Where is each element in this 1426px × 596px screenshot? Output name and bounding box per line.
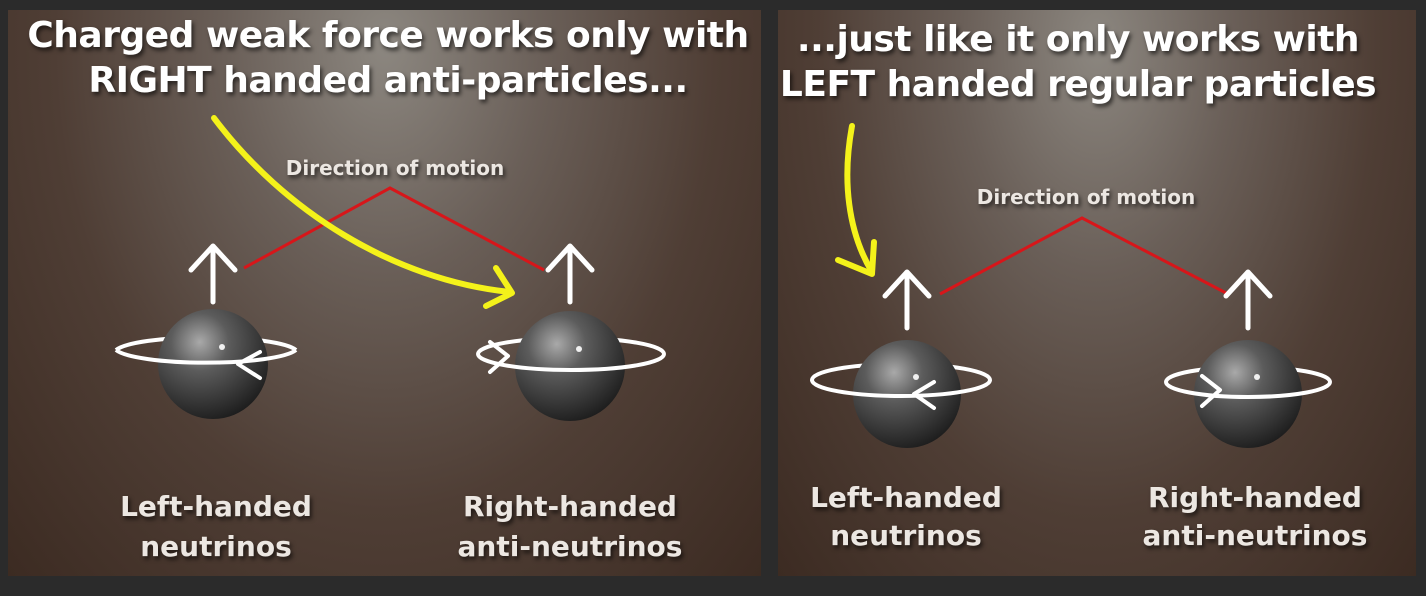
headline-line-2: RIGHT handed anti-particles... xyxy=(88,60,687,101)
yellow-pointer-arrow xyxy=(835,123,877,277)
direction-line xyxy=(939,216,1229,296)
left-diagram: Charged weak force works only with RIGHT… xyxy=(27,15,749,563)
left-panel: Charged weak force works only with RIGHT… xyxy=(8,10,761,576)
particle-label-1-line-2: neutrinos xyxy=(140,530,291,563)
spin-direction-chevron-icon xyxy=(488,340,510,374)
yellow-pointer-arrow xyxy=(211,115,515,309)
up-arrow-icon xyxy=(1223,269,1273,331)
particle-right-handed-anti-neutrino xyxy=(1164,269,1332,448)
particle-label-1-line-2: neutrinos xyxy=(830,519,981,552)
particle-label-2-line-1: Right-handed xyxy=(1148,481,1362,514)
up-arrow-icon xyxy=(188,243,238,305)
up-arrow-icon xyxy=(545,243,595,305)
headline-line-1: ...just like it only works with xyxy=(797,19,1359,60)
particle-sphere xyxy=(515,311,625,421)
particle-left-handed-neutrino xyxy=(114,243,298,419)
right-diagram: ...just like it only works with LEFT han… xyxy=(780,19,1377,552)
direction-line xyxy=(243,186,545,272)
right-panel: ...just like it only works with LEFT han… xyxy=(778,10,1416,576)
particle-right-handed-anti-neutrino xyxy=(476,243,666,421)
headline-line-2: LEFT handed regular particles xyxy=(780,64,1376,105)
particle-label-1-line-1: Left-handed xyxy=(120,490,312,523)
particle-label-2-line-2: anti-neutrinos xyxy=(458,530,683,563)
particle-label-2-line-1: Right-handed xyxy=(463,490,677,523)
particle-label-1-line-1: Left-handed xyxy=(810,481,1002,514)
particle-label-2-line-2: anti-neutrinos xyxy=(1143,519,1368,552)
particle-left-handed-neutrino xyxy=(810,269,992,448)
up-arrow-icon xyxy=(882,269,932,331)
direction-label: Direction of motion xyxy=(286,156,504,180)
direction-label: Direction of motion xyxy=(977,185,1195,209)
headline-line-1: Charged weak force works only with xyxy=(27,15,748,56)
